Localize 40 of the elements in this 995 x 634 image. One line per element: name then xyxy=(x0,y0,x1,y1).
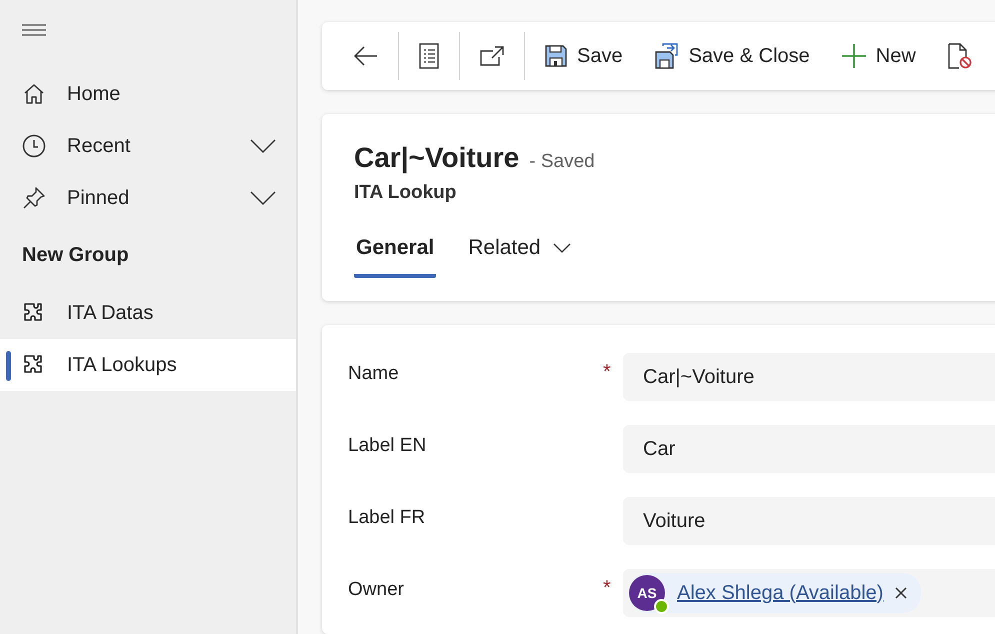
close-icon[interactable] xyxy=(895,587,908,599)
required-marker: * xyxy=(603,360,611,384)
owner-link[interactable]: Alex Shlega (Available) xyxy=(677,582,884,604)
sidebar-item-label: Pinned xyxy=(67,186,130,210)
save-status: - Saved xyxy=(529,151,595,173)
floppy-disk-arrow-icon xyxy=(654,43,679,69)
lookup-field[interactable]: AS Alex Shlega (Available) xyxy=(623,569,995,617)
entity-name: ITA Lookup xyxy=(354,182,458,204)
sidebar-item[interactable]: Recent xyxy=(0,120,296,172)
sidebar-item[interactable]: ITA Lookups xyxy=(0,339,296,391)
sidebar-item-label: ITA Lookups xyxy=(67,354,178,376)
input-field[interactable]: Voiture xyxy=(623,497,995,545)
record-title: Car|~Voiture xyxy=(354,142,520,174)
chevron-down-icon[interactable] xyxy=(250,139,276,153)
home-icon xyxy=(22,82,46,106)
field-label: Label EN xyxy=(348,434,428,457)
input-field[interactable]: Car xyxy=(623,425,995,473)
clock-icon xyxy=(22,134,46,158)
field-label: Label FR xyxy=(348,506,426,529)
group-heading: New Group xyxy=(21,243,130,268)
sidebar-item-label: ITA Datas xyxy=(67,302,154,324)
field-label: Owner xyxy=(348,578,405,601)
command-button[interactable]: Save xyxy=(529,34,639,78)
sidebar-item-label: Recent xyxy=(67,134,132,158)
selection-indicator xyxy=(6,351,11,381)
field-label: Name xyxy=(348,362,400,385)
sidebar-item-label: Home xyxy=(67,82,122,106)
sidebar-item[interactable]: ITA Datas xyxy=(0,287,296,339)
sidebar-item[interactable]: Home xyxy=(0,68,296,120)
tab[interactable]: Related xyxy=(466,228,573,278)
required-marker: * xyxy=(603,576,611,600)
chevron-down-icon[interactable] xyxy=(250,191,276,205)
tab[interactable]: General xyxy=(354,228,436,278)
plus-icon xyxy=(842,44,866,68)
sidebar-item[interactable]: Pinned xyxy=(0,172,296,224)
command-button[interactable]: Save & Close xyxy=(638,34,826,78)
pin-icon xyxy=(22,186,46,210)
input-field[interactable]: Car|~Voiture xyxy=(623,353,995,401)
command-button[interactable]: New xyxy=(826,34,932,78)
menu-icon[interactable] xyxy=(22,24,46,38)
